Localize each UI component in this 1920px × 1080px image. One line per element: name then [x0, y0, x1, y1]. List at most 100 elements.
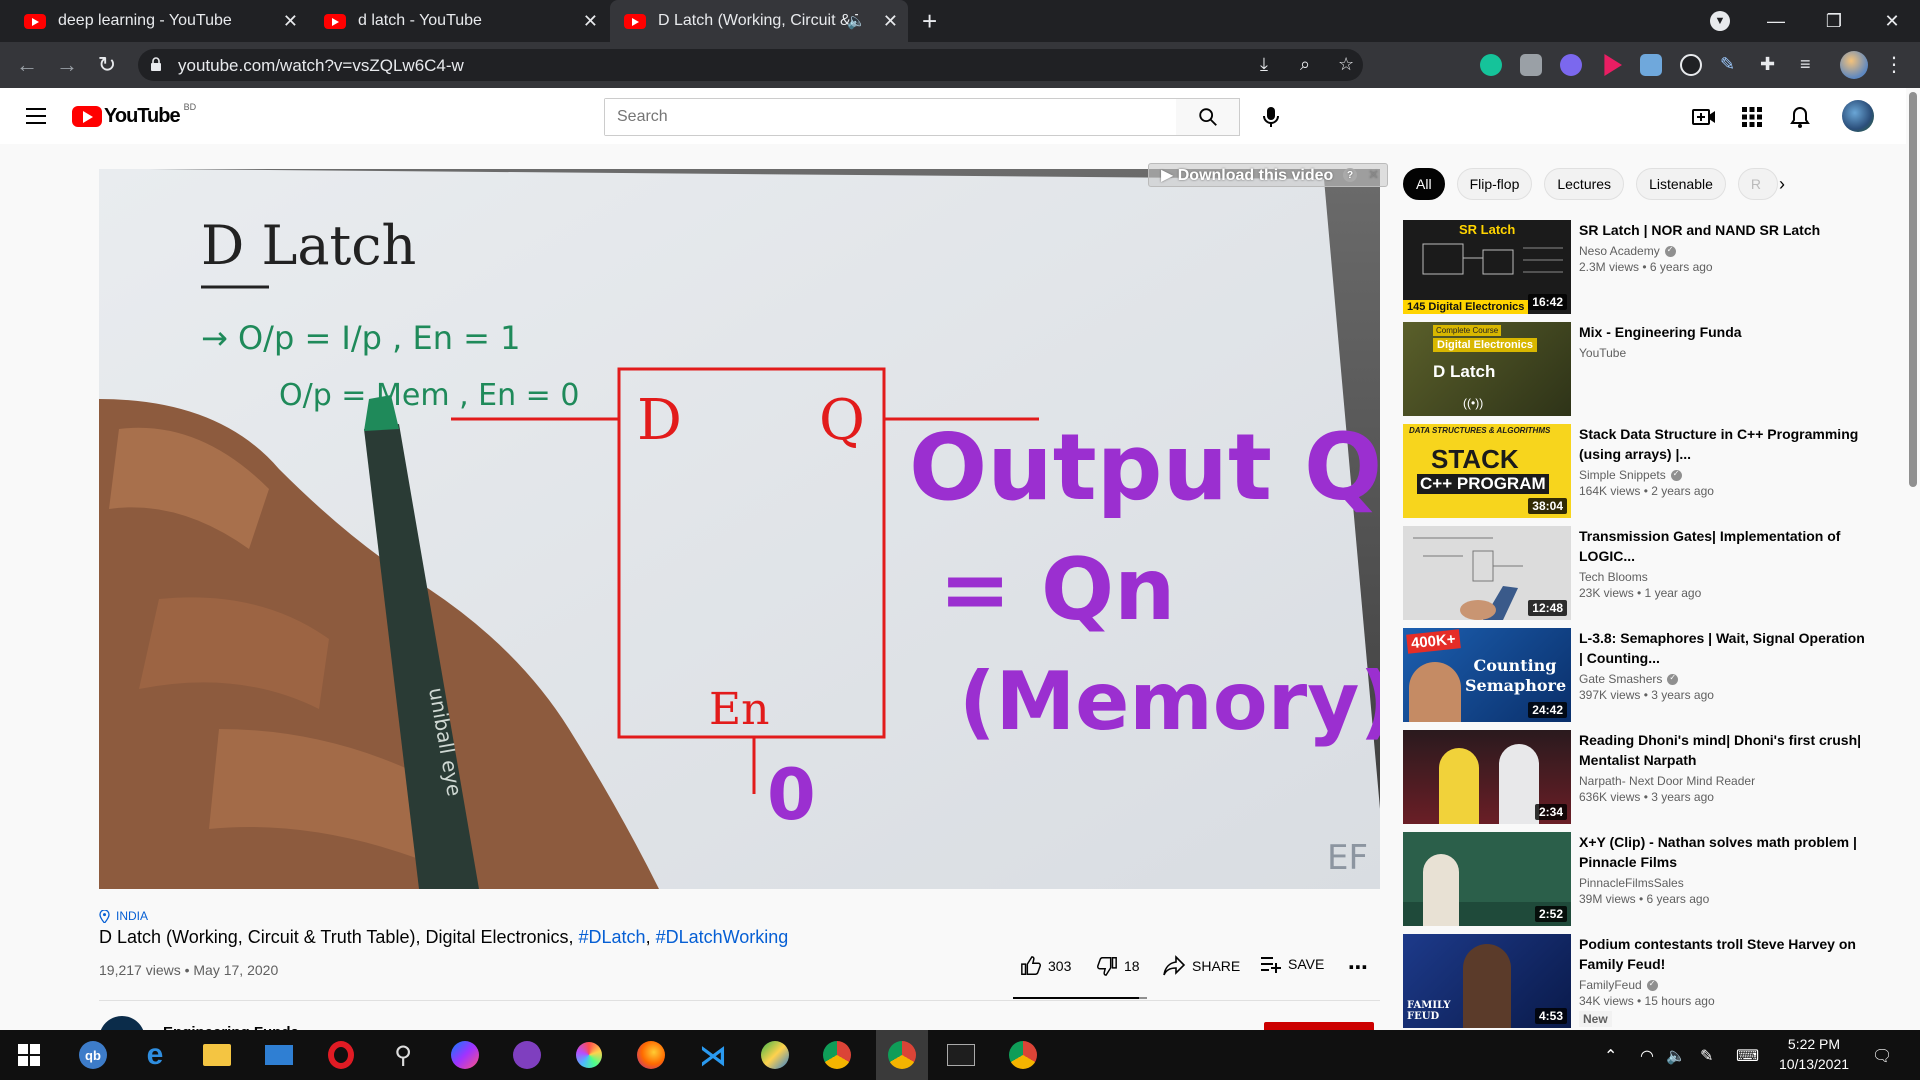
keyboard-icon[interactable]: ⌨: [1736, 1046, 1759, 1066]
share-button[interactable]: SHARE: [1162, 955, 1240, 977]
maximize-icon[interactable]: ❐: [1806, 0, 1862, 42]
channel-name[interactable]: Neso Academy: [1579, 244, 1660, 258]
scrollbar-thumb[interactable]: [1909, 92, 1917, 487]
dislike-button[interactable]: 18: [1096, 955, 1140, 977]
search-button[interactable]: [1176, 98, 1240, 136]
chrome-profile-2-icon[interactable]: [1006, 1038, 1040, 1072]
video-thumbnail[interactable]: FAMILY FEUD 4:53: [1403, 934, 1571, 1028]
video-thumbnail[interactable]: DATA STRUCTURES & ALGORITHMS STACK C++ P…: [1403, 424, 1571, 518]
install-icon[interactable]: ⤓: [1260, 54, 1268, 75]
edge-icon[interactable]: e: [138, 1038, 172, 1072]
messenger-icon[interactable]: [448, 1038, 482, 1072]
create-video-icon[interactable]: [1692, 105, 1716, 129]
pen-workspace-icon[interactable]: ✎: [1700, 1046, 1713, 1066]
speaker-mute-icon[interactable]: 🔈: [847, 12, 866, 30]
reload-icon[interactable]: ↻: [92, 50, 122, 80]
camera-extension-icon[interactable]: [1520, 54, 1542, 76]
video-title[interactable]: Reading Dhoni's mind| Dhoni's first crus…: [1579, 730, 1871, 770]
channel-line[interactable]: Neso Academy: [1579, 244, 1871, 258]
recommended-video[interactable]: 2:52 X+Y (Clip) - Nathan solves math pro…: [1403, 832, 1873, 926]
system-clock[interactable]: 5:22 PM 10/13/2021: [1766, 1034, 1862, 1074]
video-thumbnail[interactable]: SR Latch 145 Digital Electronics 16:42: [1403, 220, 1571, 314]
tab-search-icon[interactable]: ▼: [1710, 11, 1730, 31]
chevron-right-icon[interactable]: ›: [1770, 172, 1794, 196]
video-title[interactable]: Podium contestants troll Steve Harvey on…: [1579, 934, 1871, 974]
puzzle-extensions-icon[interactable]: ✚: [1760, 54, 1782, 76]
circle-extension-icon[interactable]: [1680, 54, 1702, 76]
recommended-video[interactable]: SR Latch 145 Digital Electronics 16:42 S…: [1403, 220, 1873, 314]
globe-extension-icon[interactable]: [1560, 54, 1582, 76]
url-text[interactable]: youtube.com/watch?v=vsZQLw6C4-w: [178, 56, 464, 76]
chrome-profile-avatar[interactable]: [1840, 51, 1868, 79]
video-title[interactable]: L-3.8: Semaphores | Wait, Signal Operati…: [1579, 628, 1871, 668]
apps-grid-icon[interactable]: [1740, 105, 1764, 129]
like-button[interactable]: 303: [1020, 955, 1071, 977]
video-thumbnail[interactable]: 2:52: [1403, 832, 1571, 926]
chip-lectures[interactable]: Lectures: [1544, 168, 1625, 200]
subscribe-button[interactable]: [1264, 1022, 1374, 1030]
chrome-menu-icon[interactable]: ⋮: [1884, 52, 1904, 77]
more-actions-icon[interactable]: ⋯: [1348, 955, 1368, 980]
help-icon[interactable]: ?: [1343, 168, 1357, 182]
opera-icon[interactable]: [324, 1038, 358, 1072]
qbittorrent-icon[interactable]: qb: [76, 1038, 110, 1072]
terminal-icon[interactable]: [944, 1038, 978, 1072]
vscode-icon[interactable]: ⋊: [696, 1038, 730, 1072]
video-title[interactable]: Mix - Engineering Funda: [1579, 322, 1871, 342]
search-input[interactable]: [605, 99, 1176, 135]
pen-extension-icon[interactable]: ✎: [1720, 54, 1742, 76]
video-title[interactable]: SR Latch | NOR and NAND SR Latch: [1579, 220, 1871, 240]
video-title[interactable]: X+Y (Clip) - Nathan solves math problem …: [1579, 832, 1871, 872]
volume-icon[interactable]: 🔈: [1666, 1046, 1686, 1066]
hashtag-dlatchworking[interactable]: #DLatchWorking: [656, 927, 789, 947]
page-scrollbar[interactable]: [1906, 88, 1920, 1030]
tab-d-latch-working[interactable]: D Latch (Working, Circuit & T 🔈 ✕: [610, 0, 908, 42]
minimize-icon[interactable]: —: [1748, 0, 1804, 42]
new-tab-icon[interactable]: +: [922, 6, 937, 37]
mail-icon[interactable]: [262, 1038, 296, 1072]
video-thumbnail[interactable]: Complete Course Digital Electronics D La…: [1403, 322, 1571, 416]
video-location[interactable]: INDIA: [99, 909, 148, 923]
recommended-video[interactable]: DATA STRUCTURES & ALGORITHMS STACK C++ P…: [1403, 424, 1873, 518]
channel-name[interactable]: Simple Snippets: [1579, 468, 1666, 482]
video-thumbnail[interactable]: 400K+ Counting Semaphore 24:42: [1403, 628, 1571, 722]
channel-name[interactable]: Narpath- Next Door Mind Reader: [1579, 774, 1755, 788]
globe-app-icon[interactable]: [758, 1038, 792, 1072]
video-thumbnail[interactable]: 12:48: [1403, 526, 1571, 620]
recommended-video[interactable]: 2:34 Reading Dhoni's mind| Dhoni's first…: [1403, 730, 1873, 824]
zoom-icon[interactable]: ⌕: [1300, 54, 1310, 75]
close-tab-icon[interactable]: ✕: [583, 11, 598, 32]
chip-listenable[interactable]: Listenable: [1636, 168, 1726, 200]
paint-icon[interactable]: [572, 1038, 606, 1072]
tab-d-latch[interactable]: d latch - YouTube ✕: [310, 0, 608, 42]
github-desktop-icon[interactable]: [510, 1038, 544, 1072]
file-explorer-icon[interactable]: [200, 1038, 234, 1072]
channel-name[interactable]: PinnacleFilmsSales: [1579, 876, 1684, 890]
back-arrow-icon[interactable]: ←: [12, 50, 42, 80]
forward-arrow-icon[interactable]: →: [52, 50, 82, 80]
address-bar[interactable]: youtube.com/watch?v=vsZQLw6C4-w ⤓ ⌕ ☆: [138, 49, 1363, 81]
close-overlay-icon[interactable]: ✕: [1368, 167, 1379, 183]
media-queue-icon[interactable]: ≡: [1800, 54, 1822, 76]
firefox-icon[interactable]: [634, 1038, 668, 1072]
channel-name[interactable]: FamilyFeud: [1579, 978, 1642, 992]
channel-name[interactable]: YouTube: [1579, 346, 1626, 360]
download-video-button[interactable]: ▶ Download this video ? ✕: [1148, 163, 1388, 187]
channel-name[interactable]: Tech Blooms: [1579, 570, 1648, 584]
download-extension-icon[interactable]: [1640, 54, 1662, 76]
video-title[interactable]: Transmission Gates| Implementation of LO…: [1579, 526, 1871, 566]
voice-search-button[interactable]: [1256, 102, 1286, 132]
chip-flip-flop[interactable]: Flip-flop: [1456, 168, 1533, 200]
chip-all[interactable]: All: [1403, 168, 1445, 200]
channel-name[interactable]: Gate Smashers: [1579, 672, 1662, 686]
bookmark-star-icon[interactable]: ☆: [1338, 54, 1354, 75]
close-tab-icon[interactable]: ✕: [283, 11, 298, 32]
youtube-logo[interactable]: YouTube BD: [72, 102, 196, 128]
windows-start-icon[interactable]: [12, 1038, 46, 1072]
menu-icon[interactable]: [26, 108, 46, 124]
show-hidden-icons[interactable]: ⌃: [1604, 1046, 1617, 1066]
chrome-icon[interactable]: [820, 1038, 854, 1072]
search-field[interactable]: [604, 98, 1177, 136]
video-title[interactable]: Stack Data Structure in C++ Programming …: [1579, 424, 1871, 464]
satellite-app-icon[interactable]: ⚲: [386, 1038, 420, 1072]
